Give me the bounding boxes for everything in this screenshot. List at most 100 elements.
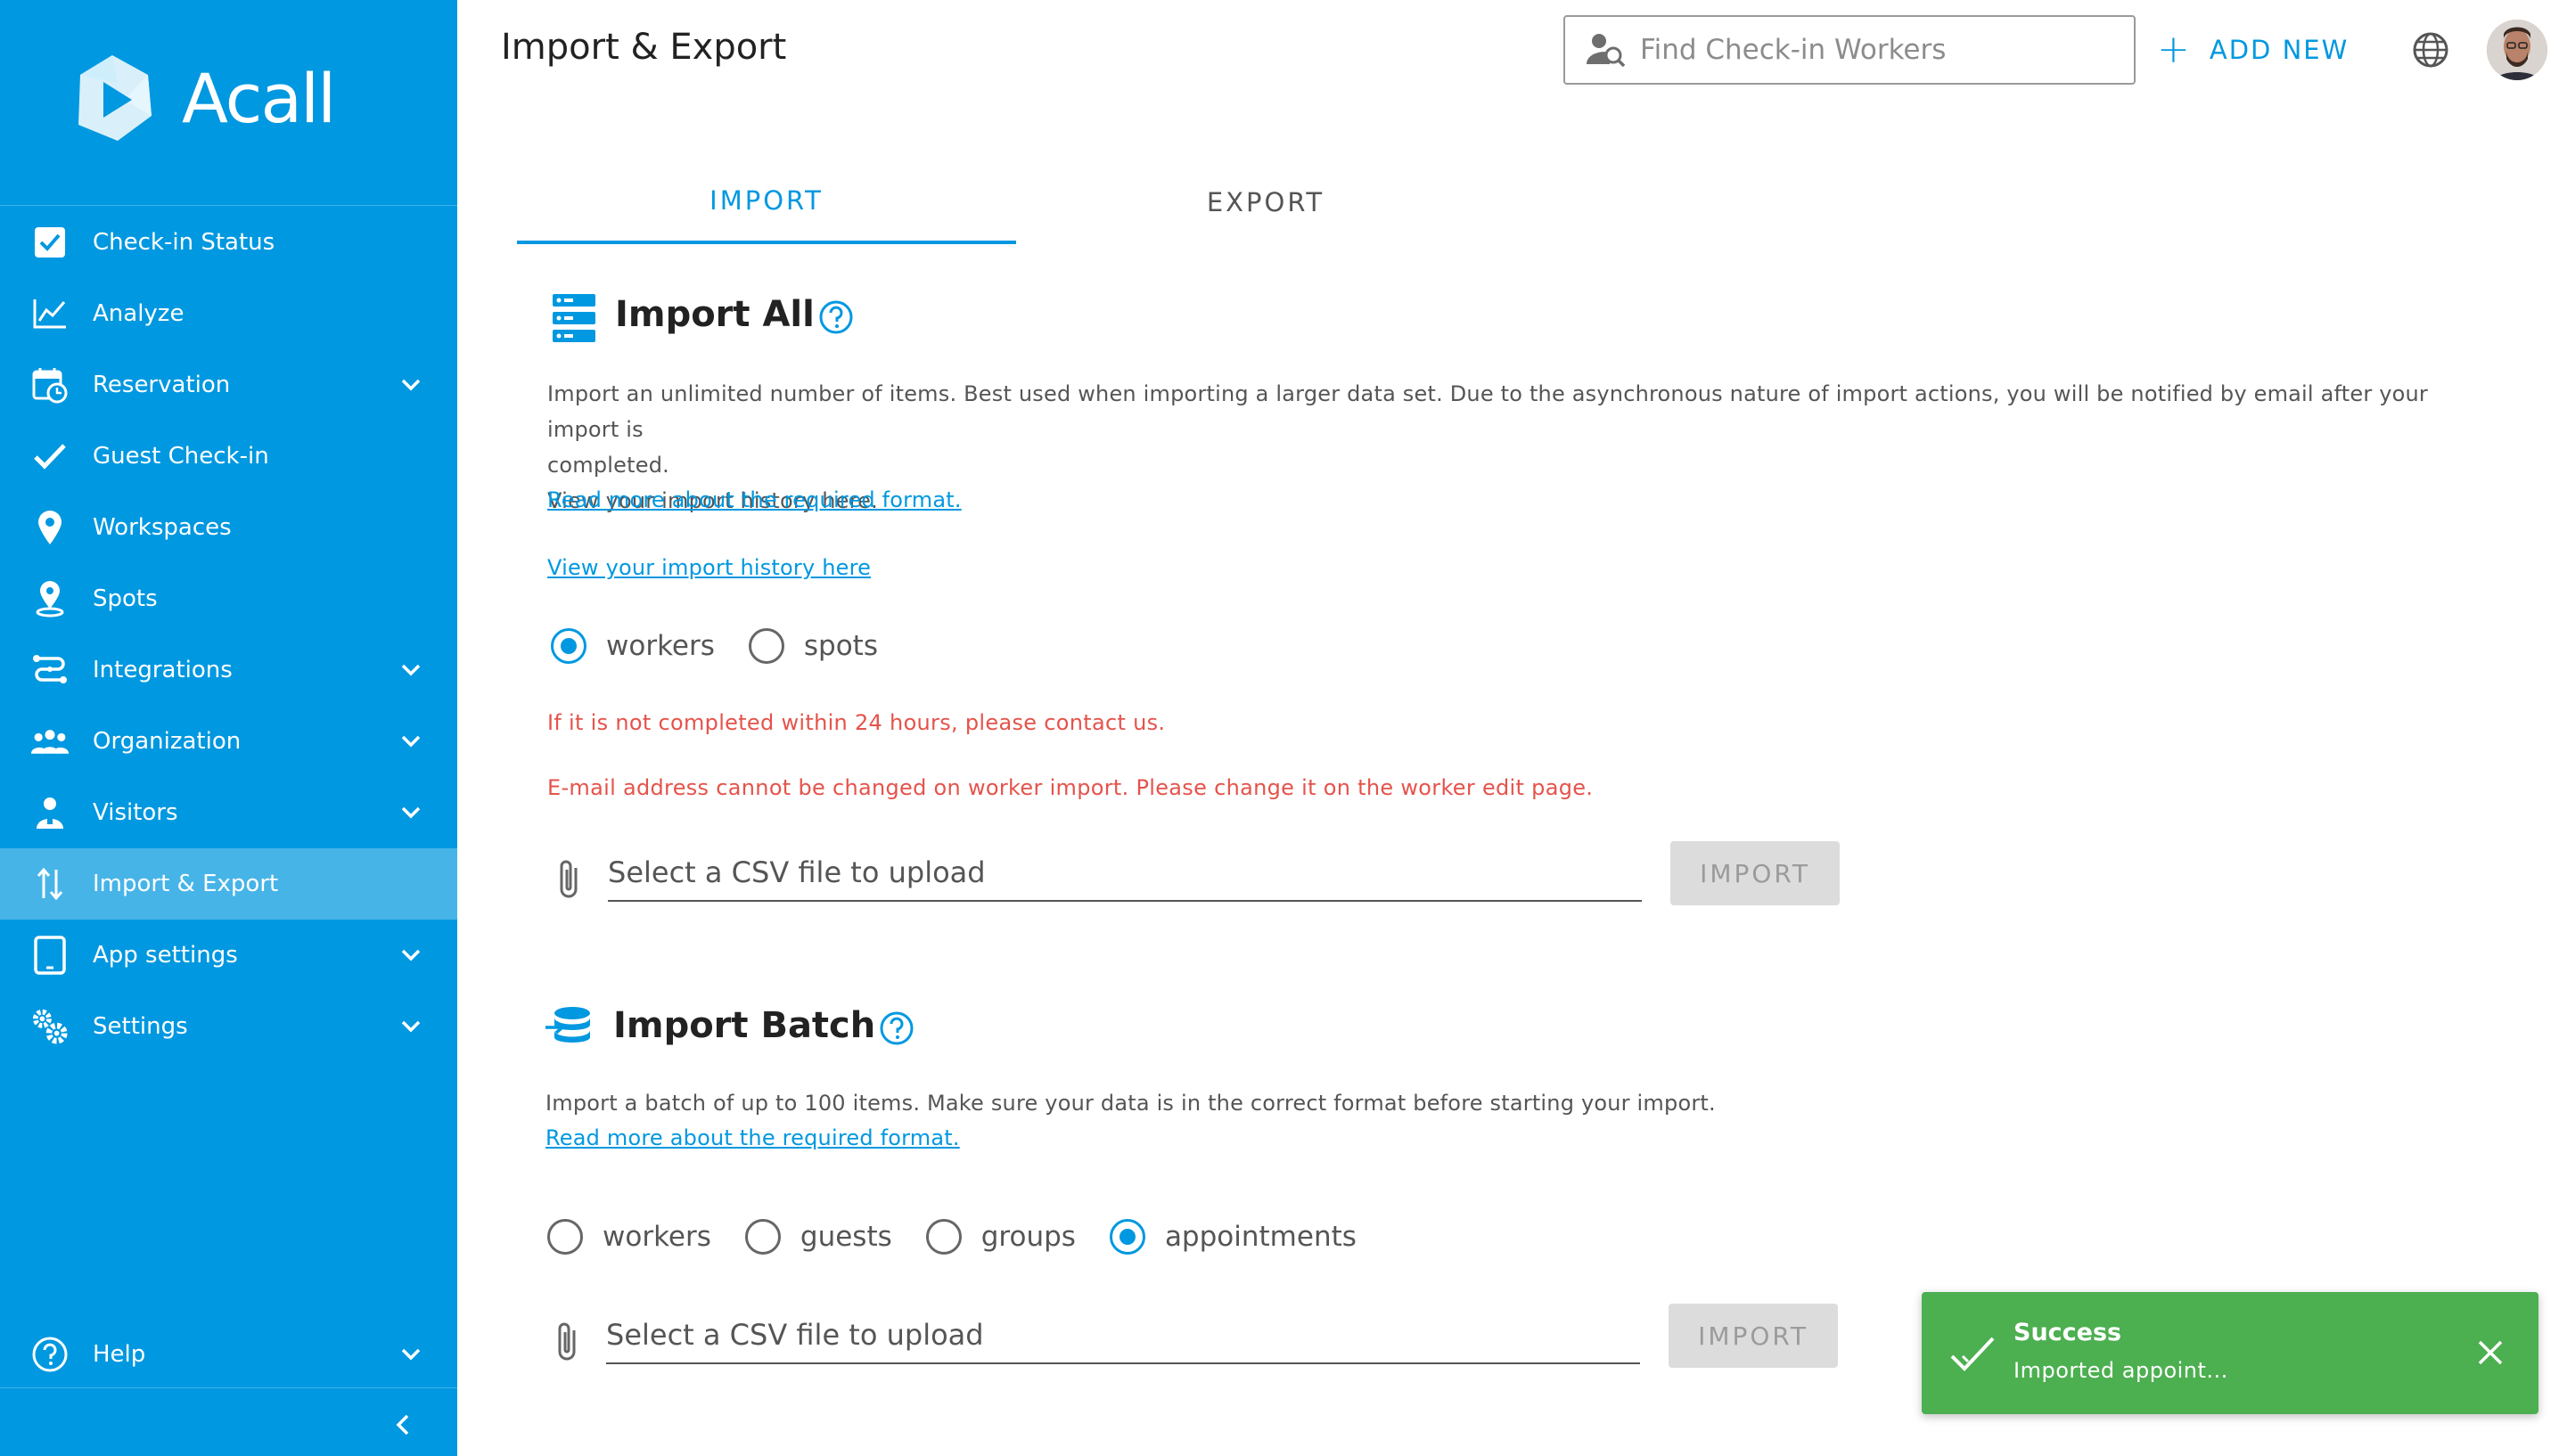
chevron-down-icon [401, 1020, 421, 1033]
brand-name: Acall [182, 58, 336, 138]
sidebar-item-label: Organization [93, 728, 242, 755]
sidebar-item-label: Spots [93, 585, 158, 612]
toast-message: Imported appoint... [2013, 1358, 2228, 1383]
import-all-type-radios: workers spots [551, 628, 912, 664]
sidebar-item-spots[interactable]: Spots [0, 563, 457, 634]
radio-label: appointments [1164, 1221, 1357, 1253]
warning-text: If it is not completed within 24 hours, … [547, 710, 1166, 735]
sidebar-item-settings[interactable]: Settings [0, 991, 457, 1062]
check-icon [1950, 1337, 1995, 1371]
sidebar-item-label: Check-in Status [93, 229, 275, 256]
globe-icon[interactable] [2412, 31, 2449, 69]
search-box[interactable] [1563, 15, 2136, 85]
gears-icon [30, 1007, 70, 1046]
sidebar-item-organization[interactable]: Organization [0, 706, 457, 777]
import-batch-title: Import Batch [613, 1005, 876, 1046]
sidebar-divider [0, 205, 457, 206]
radio-label: workers [606, 630, 715, 662]
csv-file-input[interactable]: Select a CSV file to upload [606, 1307, 1640, 1364]
sidebar-item-guest-check-in[interactable]: Guest Check-in [0, 421, 457, 492]
radio-appointments[interactable]: appointments [1109, 1219, 1357, 1255]
sidebar-item-reservation[interactable]: Reservation [0, 349, 457, 421]
radio-button[interactable] [748, 628, 784, 664]
paperclip-icon [558, 1322, 576, 1361]
radio-button[interactable] [925, 1219, 962, 1255]
search-input[interactable] [1640, 34, 2121, 66]
radio-guests[interactable]: guests [744, 1219, 892, 1255]
import-batch-type-radios: workers guests groups appointments [547, 1219, 1390, 1255]
people-group-icon [30, 722, 70, 761]
checkmark-icon [30, 437, 70, 476]
radio-label: spots [803, 630, 878, 662]
toast-title: Success [2013, 1319, 2122, 1346]
radio-button-checked[interactable] [551, 628, 586, 664]
sidebar-item-analyze[interactable]: Analyze [0, 278, 457, 349]
sidebar-item-label: Reservation [93, 372, 231, 398]
radio-groups[interactable]: groups [925, 1219, 1076, 1255]
visitor-icon [30, 793, 70, 832]
sidebar-nav: Check-in Status Analyze Reservation Gues… [0, 207, 457, 1062]
description-line: Import an unlimited number of items. Bes… [547, 381, 2428, 442]
import-button[interactable]: IMPORT [1670, 841, 1840, 905]
import-batch-upload-row: Select a CSV file to upload IMPORT [551, 1304, 1843, 1378]
radio-spots[interactable]: spots [748, 628, 878, 664]
description-line: completed. [547, 453, 669, 478]
import-button[interactable]: IMPORT [1669, 1304, 1838, 1368]
tablet-icon [30, 936, 70, 975]
sidebar-item-label: Guest Check-in [93, 443, 269, 470]
sidebar-item-label: Workspaces [93, 514, 232, 541]
add-new-button[interactable]: + ADD NEW [2157, 27, 2349, 73]
tab-import[interactable]: IMPORT [517, 160, 1016, 244]
tab-export[interactable]: EXPORT [1016, 160, 1515, 244]
sidebar-item-import-export[interactable]: Import & Export [0, 848, 457, 920]
server-icon [553, 294, 595, 342]
calendar-clock-icon [30, 365, 70, 405]
radio-label: workers [603, 1221, 711, 1253]
import-history-link[interactable]: View your import history here [547, 555, 871, 580]
required-format-link[interactable]: Read more about the required format. [547, 487, 962, 512]
integrations-icon [30, 650, 70, 690]
sidebar-item-label: Settings [93, 1013, 188, 1040]
radio-workers[interactable]: workers [547, 1219, 711, 1255]
import-all-title: Import All [615, 294, 815, 335]
help-circle-icon[interactable] [879, 1010, 914, 1046]
help-circle-icon[interactable] [818, 299, 854, 335]
location-pin-icon [30, 579, 70, 618]
import-batch-heading: Import Batch [613, 1005, 914, 1046]
tab-bar: IMPORT EXPORT [517, 160, 1533, 244]
radio-label: groups [980, 1221, 1076, 1253]
chevron-down-icon [401, 806, 421, 819]
collapse-sidebar-icon[interactable] [390, 1411, 417, 1438]
user-search-icon [1587, 34, 1626, 68]
sidebar-item-app-settings[interactable]: App settings [0, 920, 457, 991]
paperclip-icon [560, 860, 578, 898]
import-all-upload-row: Select a CSV file to upload IMPORT [553, 841, 1845, 916]
radio-label: guests [800, 1221, 892, 1253]
chevron-down-icon [401, 949, 421, 961]
radio-button[interactable] [744, 1219, 781, 1255]
warning-text: E-mail address cannot be changed on work… [547, 775, 1594, 800]
close-icon[interactable] [2473, 1335, 2508, 1370]
brand-logo[interactable]: Acall [62, 45, 336, 151]
sidebar-item-visitors[interactable]: Visitors [0, 777, 457, 848]
csv-file-input[interactable]: Select a CSV file to upload [608, 845, 1642, 902]
chart-line-icon [30, 294, 70, 333]
avatar[interactable] [2487, 20, 2547, 80]
radio-button-checked[interactable] [1109, 1219, 1145, 1255]
chevron-down-icon [401, 735, 421, 748]
sidebar-item-integrations[interactable]: Integrations [0, 634, 457, 706]
help-icon [30, 1335, 70, 1374]
radio-button[interactable] [547, 1219, 583, 1255]
sidebar-item-label: Visitors [93, 799, 178, 826]
page-title: Import & Export [501, 27, 787, 68]
sidebar-item-help[interactable]: Help [0, 1319, 457, 1390]
import-all-heading: Import All [615, 294, 854, 335]
add-new-label: ADD NEW [2209, 35, 2350, 65]
required-format-link[interactable]: Read more about the required format. [545, 1125, 960, 1150]
sidebar-item-workspaces[interactable]: Workspaces [0, 492, 457, 563]
sidebar-item-label: App settings [93, 942, 238, 969]
checkbox-icon [30, 223, 70, 262]
sidebar-item-check-in-status[interactable]: Check-in Status [0, 207, 457, 278]
radio-workers[interactable]: workers [551, 628, 715, 664]
sidebar-item-label: Analyze [93, 300, 185, 327]
